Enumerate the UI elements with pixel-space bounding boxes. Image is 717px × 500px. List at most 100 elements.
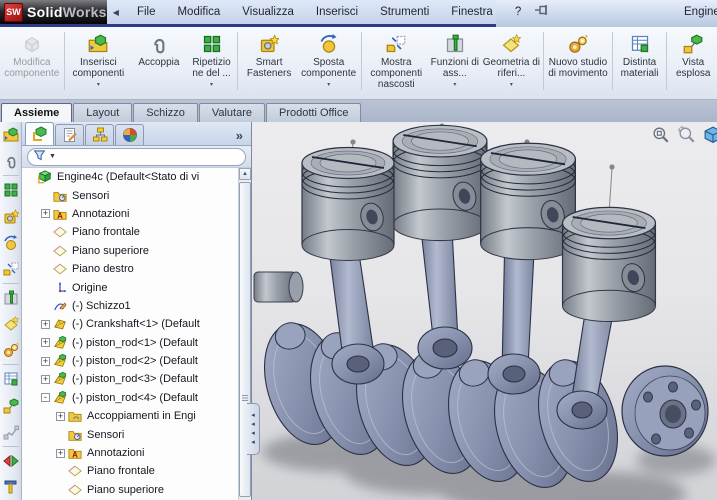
rail-button-insert-components[interactable] <box>0 122 22 148</box>
scrollbar-up-arrow[interactable]: ▲ <box>239 168 251 180</box>
menu-collapse-arrow-icon[interactable]: ◀ <box>107 8 126 17</box>
hud-zoom-to-fit[interactable] <box>651 125 671 145</box>
tree-filter-input[interactable]: ▼ <box>27 148 246 166</box>
rail-button-assembly-features[interactable] <box>0 285 22 311</box>
menu-item-inserisci[interactable]: Inserisci <box>305 2 369 22</box>
rail-button-move-component[interactable] <box>0 230 22 256</box>
tree-expand-box[interactable]: + <box>56 449 65 458</box>
hud-zoom-to-area[interactable] <box>677 125 697 145</box>
toolbar-button-reference-geometry[interactable]: Geometria di riferi...▾ <box>482 30 542 96</box>
dropdown-arrow-icon[interactable]: ▾ <box>327 81 330 88</box>
rail-button-component-pattern[interactable] <box>0 177 22 203</box>
rail-button-exploded-view[interactable] <box>0 392 22 418</box>
tree-item[interactable]: +AAnnotazioni <box>22 444 251 462</box>
pushpin-icon[interactable] <box>534 3 550 21</box>
tab-schizzo[interactable]: Schizzo <box>133 103 198 122</box>
tree-item[interactable]: Piano frontale <box>22 223 251 241</box>
tree-item[interactable]: +(-) Crankshaft<1> (Default <box>22 315 251 333</box>
brand-works: Works <box>63 4 107 20</box>
tab-assieme[interactable]: Assieme <box>1 103 72 122</box>
toolbar-button-bill-of-materials[interactable]: Distinta materiali <box>615 30 665 96</box>
dropdown-arrow-icon[interactable]: ▾ <box>453 81 456 88</box>
tree-expand-box[interactable]: + <box>41 375 50 384</box>
dropdown-arrow-icon[interactable]: ▾ <box>210 81 213 88</box>
rail-button-show-hidden-components[interactable] <box>0 256 22 282</box>
panel-tab-propertymanager[interactable] <box>55 124 84 145</box>
tree-item[interactable]: - (-) piston_rod<4> (Default <box>22 389 251 407</box>
splitter-arrow-icon: ◂ <box>251 429 255 438</box>
tree-item[interactable]: Piano frontale <box>22 462 251 480</box>
rail-button-interference-detection[interactable] <box>0 448 22 474</box>
tree-item[interactable]: Engine4c (Default<Stato di vi <box>22 168 251 186</box>
engine-3d-model[interactable] <box>252 122 717 500</box>
bill-of-materials-icon <box>630 32 650 56</box>
brand-solid: Solid <box>27 4 63 20</box>
toolbar-button-label: Nuovo studio di movimento <box>546 57 610 79</box>
tree-item[interactable]: +Accoppiamenti in Engi <box>22 407 251 425</box>
menu-item-file[interactable]: File <box>126 2 167 22</box>
toolbar-button-label: Modifica componente <box>2 57 62 79</box>
rail-button-smart-fasteners[interactable] <box>0 203 22 229</box>
tree-expand-box[interactable]: + <box>41 338 50 347</box>
filter-dropdown-arrow[interactable]: ▼ <box>49 153 56 160</box>
toolbar-button-smart-fasteners[interactable]: Smart Fasteners <box>240 30 298 96</box>
tree-expand-box[interactable]: + <box>41 320 50 329</box>
tab-valutare[interactable]: Valutare <box>199 103 265 122</box>
toolbar-button-insert-components[interactable]: Inserisci componenti▾ <box>67 30 131 96</box>
tree-item-label: Engine4c (Default<Stato di vi <box>57 171 199 183</box>
tree-expand-box[interactable]: + <box>56 412 65 421</box>
tree-expand-box[interactable]: - <box>41 393 50 402</box>
tree-item[interactable]: Piano superiore <box>22 242 251 260</box>
tree-item[interactable]: Sensori <box>22 186 251 204</box>
panel-splitter-handle[interactable]: ◂◂◂◂ <box>247 403 260 455</box>
tree-item-label: (-) piston_rod<4> (Default <box>72 392 198 404</box>
graphics-viewport[interactable] <box>252 122 717 500</box>
tree-item[interactable]: +(-) piston_rod<2> (Default <box>22 352 251 370</box>
tree-expand-box[interactable]: + <box>41 209 50 218</box>
menu-item-visualizza[interactable]: Visualizza <box>231 2 305 22</box>
tree-item[interactable]: Piano destro <box>22 260 251 278</box>
toolbar-button-new-motion-study[interactable]: Nuovo studio di movimento <box>546 30 610 96</box>
rail-button-explode-line-sketch[interactable] <box>0 419 22 445</box>
rail-button-reference-geometry[interactable] <box>0 311 22 337</box>
move-component-icon <box>319 32 339 56</box>
toolbar-button-mate[interactable]: Accoppia <box>130 30 188 96</box>
tree-item[interactable]: +(-) piston_rod<1> (Default <box>22 334 251 352</box>
sw-cube-icon: SW <box>4 3 23 22</box>
sensors-icon <box>68 428 84 442</box>
tree-item[interactable]: +(-) piston_rod<3> (Default <box>22 370 251 388</box>
menu-item-help[interactable]: ? <box>504 2 532 22</box>
menu-item-finestra[interactable]: Finestra <box>440 2 504 22</box>
toolbar-button-label: Distinta materiali <box>615 57 665 79</box>
rail-button-mate[interactable] <box>0 148 22 174</box>
toolbar-button-exploded-view[interactable]: Vista esplosa <box>669 30 717 96</box>
dropdown-arrow-icon[interactable]: ▾ <box>510 81 513 88</box>
tab-prodotti-office[interactable]: Prodotti Office <box>266 103 362 122</box>
tab-layout[interactable]: Layout <box>73 103 132 122</box>
tree-item[interactable]: Piano superiore <box>22 481 251 499</box>
panel-tab-featuremanager[interactable] <box>25 122 54 145</box>
toolbar-button-show-hidden-components[interactable]: Mostra componenti nascosti <box>364 30 428 96</box>
panel-tab-displaymanager[interactable] <box>115 124 144 145</box>
panel-overflow-button[interactable]: » <box>236 128 247 145</box>
dropdown-arrow-icon[interactable]: ▾ <box>97 81 100 88</box>
tree-item[interactable]: (-) Schizzo1 <box>22 297 251 315</box>
rail-button-new-motion-study[interactable] <box>0 337 22 363</box>
scrollbar-grip <box>242 395 248 401</box>
rail-button-instant-3d[interactable] <box>0 474 22 500</box>
menu-item-modifica[interactable]: Modifica <box>166 2 231 22</box>
toolbar-button-move-component[interactable]: Sposta componente▾ <box>298 30 360 96</box>
tree-item[interactable]: +AAnnotazioni <box>22 205 251 223</box>
toolbar-button-assembly-features[interactable]: Funzioni di ass...▾ <box>428 30 482 96</box>
hud-view-settings[interactable] <box>703 125 717 145</box>
menu-item-strumenti[interactable]: Strumenti <box>369 2 440 22</box>
tree-expand-box[interactable]: + <box>41 357 50 366</box>
toolbar-button-component-pattern[interactable]: Ripetizio ne del ...▾ <box>188 30 236 96</box>
tree-item[interactable]: Sensori <box>22 425 251 443</box>
rail-button-bill-of-materials[interactable] <box>0 366 22 392</box>
assembly-icon <box>38 170 54 184</box>
tree-item[interactable]: Origine <box>22 278 251 296</box>
panel-tab-configurationmanager[interactable] <box>85 124 114 145</box>
edit-component-icon <box>22 32 42 56</box>
tree-item-label: Piano frontale <box>72 226 140 238</box>
